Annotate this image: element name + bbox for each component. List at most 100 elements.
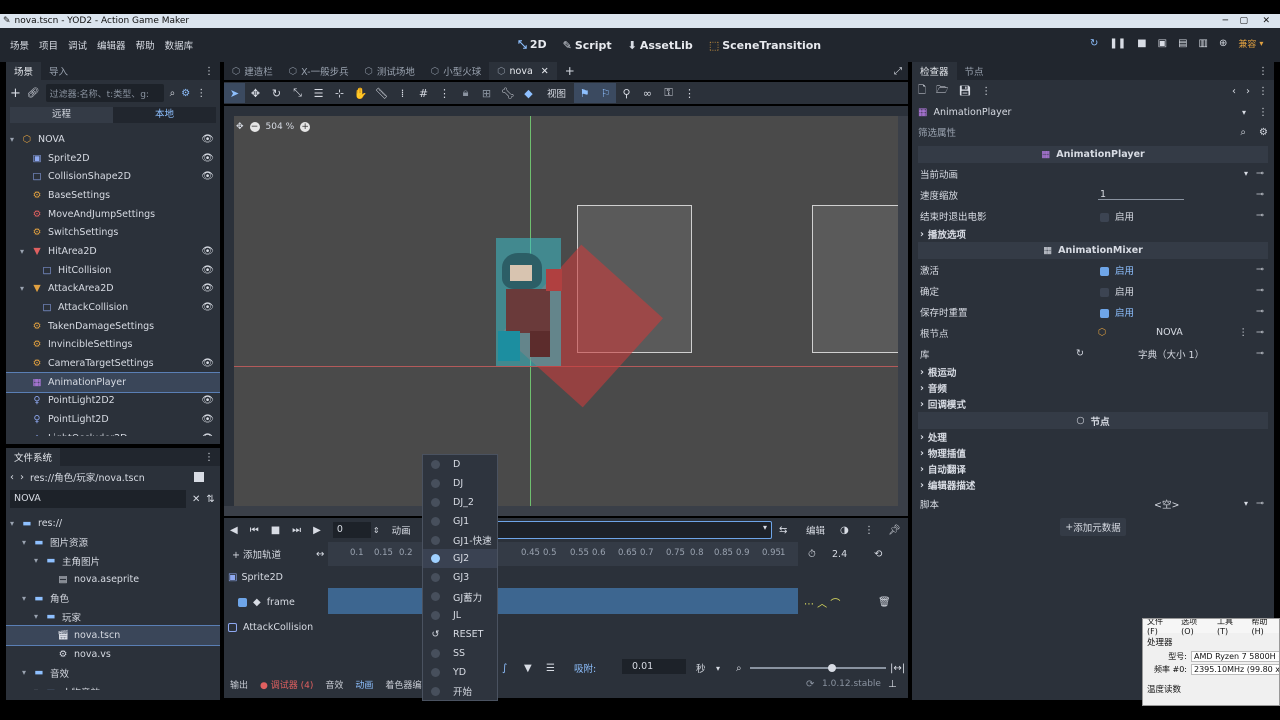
scene-tab[interactable]: ⬡ 测试场地 — [357, 62, 423, 80]
scene-node[interactable]: ♀ PointLight2D 👁︎ — [6, 410, 220, 429]
scene-node[interactable]: ⚙ MoveAndJumpSettings — [6, 205, 220, 224]
scene-tab[interactable]: ⬡ 建造栏 — [224, 62, 281, 80]
prop-library[interactable]: 库 ↻ 字典（大小 1） ⊸ — [912, 343, 1274, 364]
animation-option[interactable]: JL — [423, 606, 497, 625]
group-playback-options[interactable]: › 播放选项 — [912, 226, 1274, 242]
menu-item-4[interactable]: 帮助 — [136, 38, 155, 52]
track-options[interactable]: ⋯ ︿ ⌒ — [804, 595, 840, 610]
clear-icon[interactable]: ✕ — [192, 494, 200, 505]
node-filter-input[interactable]: 过滤器:名称、t:类型、g: — [45, 84, 164, 102]
file-search-input[interactable]: NOVA — [10, 490, 186, 508]
animation-option[interactable]: D — [423, 455, 497, 474]
dock-menu-icon[interactable]: ⋮ — [204, 66, 214, 77]
minimize-button[interactable]: ─ — [1223, 16, 1228, 26]
save-resource-icon[interactable]: 💾︎ — [958, 86, 971, 97]
sysinfo-menu-item[interactable]: 工具(T) — [1217, 619, 1243, 636]
character-sprite[interactable] — [490, 251, 562, 369]
open-resource-icon[interactable]: 🗁︎ — [936, 83, 948, 100]
scene-node[interactable]: ♀ PointLight2D2 👁︎ — [6, 392, 220, 411]
animation-option[interactable]: YD — [423, 663, 497, 682]
workspace-assetlib[interactable]: ⬇ AssetLib — [628, 39, 693, 52]
scene-node[interactable]: ▾ ▼ HitArea2D 👁︎ — [6, 242, 220, 261]
animation-option[interactable]: GJ1 — [423, 512, 497, 531]
prop-current-animation[interactable]: 当前动画 ▾ ⊸ — [912, 163, 1274, 184]
close-tab-icon[interactable]: ✕ — [541, 66, 549, 77]
revert-icon[interactable]: ⊸ — [1256, 210, 1264, 221]
group-editor-description[interactable]: › 编辑器描述 — [912, 477, 1274, 493]
revert-icon[interactable]: ⊸ — [1256, 168, 1264, 179]
visibility-icon[interactable]: 👁︎ — [201, 358, 214, 369]
zoom-level[interactable]: 504 % — [266, 122, 295, 132]
movie-icon[interactable]: ⊕ — [1219, 38, 1227, 49]
sysinfo-menu-item[interactable]: 选项(O) — [1181, 619, 1209, 636]
file-item[interactable]: ▾ ▬ 主角图片 — [6, 551, 220, 570]
key-insert-icon[interactable]: ⚿ — [658, 83, 679, 103]
workspace-2d[interactable]: ⤡ 2D — [518, 38, 547, 52]
visibility-icon[interactable]: 👁︎ — [201, 395, 214, 406]
file-item[interactable]: ▾ ▬ res:// — [6, 514, 220, 533]
file-item[interactable]: ▾ ▬ 玩家 — [6, 607, 220, 626]
slider-handle[interactable] — [828, 664, 836, 672]
chevron-down-icon[interactable]: ▾ — [1259, 39, 1263, 48]
collision-shape-rect-2[interactable] — [812, 205, 908, 353]
expand-arrow-icon[interactable]: ▾ — [10, 135, 20, 144]
animation-menu[interactable]: 动画 — [392, 523, 411, 537]
prop-active[interactable]: 激活 启用 ⊸ — [912, 259, 1274, 280]
version-label[interactable]: 1.0.12.stable — [822, 679, 881, 689]
add-metadata-button[interactable]: + 添加元数据 — [1060, 518, 1126, 536]
bezier-icon[interactable]: ∫ — [502, 663, 507, 674]
remote-debug-icon[interactable]: ▣ — [1158, 38, 1167, 49]
animation-option[interactable]: SS — [423, 644, 497, 663]
group-physics-interp[interactable]: › 物理插值 — [912, 445, 1274, 461]
smart-snap-icon[interactable]: ⁞ — [392, 83, 413, 103]
dock-menu-icon[interactable]: ⋮ — [204, 452, 214, 463]
delete-track-icon[interactable]: 🗑︎ — [878, 597, 891, 608]
move-tool-icon[interactable]: ✥ — [245, 83, 266, 103]
revert-icon[interactable]: ⊸ — [1256, 348, 1264, 359]
vertical-scrollbar[interactable] — [898, 116, 908, 506]
play-custom-icon[interactable]: ▥ — [1199, 38, 1208, 49]
pivot-tool-icon[interactable]: ⊹ — [329, 83, 350, 103]
filter-icon[interactable]: ▼ — [524, 663, 532, 674]
file-item[interactable]: ▾▬ 人物音效 — [6, 682, 220, 690]
sysinfo-menu-item[interactable]: 帮助(H) — [1251, 619, 1279, 636]
keyframe-lane[interactable] — [328, 588, 798, 614]
scene-node[interactable]: ⚙ SwitchSettings — [6, 223, 220, 242]
layout-icon[interactable]: ⊥ — [888, 679, 897, 690]
workspace-scenetransition[interactable]: ⬚ SceneTransition — [709, 39, 821, 52]
visibility-icon[interactable]: 👁︎ — [201, 302, 214, 313]
group-auto-translate[interactable]: › 自动翻译 — [912, 461, 1274, 477]
movie-quit-checkbox[interactable] — [1100, 212, 1109, 222]
reload-icon[interactable]: ↻ — [1090, 38, 1098, 49]
rotate-tool-icon[interactable]: ↻ — [266, 83, 287, 103]
key-rot-icon[interactable]: ⚐ — [595, 83, 617, 103]
menu-item-0[interactable]: 场景 — [10, 38, 29, 52]
expand-arrow-icon[interactable]: ▾ — [34, 612, 44, 621]
animation-option[interactable]: 开始 — [423, 682, 497, 701]
filter-settings-icon[interactable]: ⚙ — [1259, 127, 1268, 138]
remote-button[interactable]: 远程 — [10, 107, 113, 123]
revert-icon[interactable]: ⊸ — [1256, 498, 1264, 509]
group-icon[interactable]: ⊞ — [476, 83, 497, 103]
tab-debugger[interactable]: ● 调试器 (4) — [260, 678, 313, 691]
horizontal-scrollbar[interactable] — [224, 506, 908, 516]
prop-script[interactable]: 脚本 <空> ▾ ⊸ — [912, 493, 1274, 514]
revert-icon[interactable]: ⊸ — [1256, 285, 1264, 296]
revert-icon[interactable]: ⊸ — [1256, 264, 1264, 275]
view-menu[interactable]: 视图 — [547, 86, 566, 100]
zoom-in-icon[interactable]: + — [300, 122, 311, 132]
local-button[interactable]: 本地 — [113, 107, 216, 123]
zoom-reset-icon[interactable]: ✥ — [236, 122, 244, 132]
expand-arrow-icon[interactable]: ▾ — [22, 538, 32, 547]
pin-icon[interactable]: 📌︎ — [888, 525, 901, 536]
prop-speed-scale[interactable]: 速度缩放 1 ⊸ — [912, 184, 1274, 205]
visibility-icon[interactable]: 👁︎ — [201, 153, 214, 164]
revert-icon[interactable]: ⊸ — [1256, 327, 1264, 338]
ruler-tool-icon[interactable]: 📏︎ — [371, 83, 392, 103]
menu-item-2[interactable]: 调试 — [68, 38, 87, 52]
key-pos-icon[interactable]: ⚑ — [574, 83, 596, 103]
history-back-icon[interactable]: ‹ — [1232, 86, 1236, 97]
loop-icon[interactable]: ⟲ — [874, 549, 882, 560]
reload-icon[interactable]: ↻ — [1076, 348, 1084, 359]
scene-node[interactable]: ▦ AnimationPlayer — [6, 371, 220, 393]
